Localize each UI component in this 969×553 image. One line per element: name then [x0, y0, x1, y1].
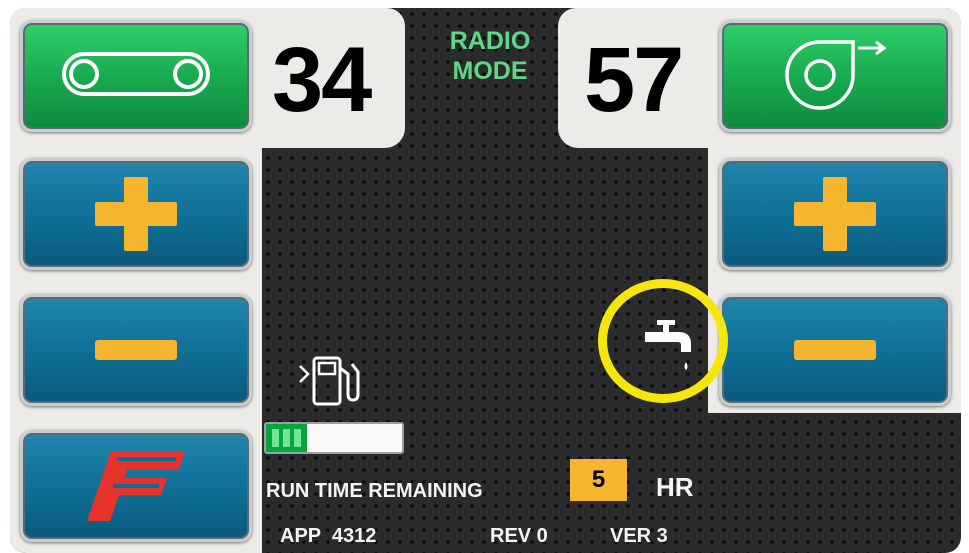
right-increase-button[interactable]	[719, 158, 951, 270]
highlight-ring	[598, 279, 728, 403]
left-decrease-button[interactable]	[20, 294, 252, 406]
conveyor-belt-icon	[61, 51, 211, 102]
radio-mode-indicator: RADIO MODE	[430, 26, 550, 86]
left-value-readout: 34	[272, 29, 372, 131]
run-time-value: 5	[570, 459, 627, 501]
run-time-label: RUN TIME REMAINING	[266, 480, 483, 502]
left-increase-button[interactable]	[20, 158, 252, 270]
minus-icon	[794, 340, 876, 360]
plus-icon	[794, 177, 876, 251]
fuel-level-fill	[266, 424, 307, 452]
version: VER 3	[610, 525, 668, 547]
app-number: APP 4312	[280, 525, 377, 547]
right-value-readout: 57	[584, 29, 684, 131]
fuel-pump-icon	[294, 352, 366, 413]
brand-logo-button[interactable]	[20, 430, 252, 542]
blower-mode-button[interactable]	[719, 20, 951, 132]
fuel-level-bar	[264, 422, 404, 454]
revision: REV 0	[490, 525, 548, 547]
run-time-unit: HR	[656, 472, 694, 502]
minus-icon	[95, 340, 177, 360]
plus-icon	[95, 177, 177, 251]
mode-line-1: RADIO	[449, 27, 531, 55]
control-panel: 34 RADIO MODE 57 RUN TIME REMAINING 5 HR…	[10, 8, 961, 553]
conveyor-mode-button[interactable]	[20, 20, 252, 132]
f-logo-icon	[81, 445, 191, 528]
mode-line-2: MODE	[452, 57, 528, 85]
blower-fan-icon	[770, 34, 900, 119]
right-decrease-button[interactable]	[719, 294, 951, 406]
